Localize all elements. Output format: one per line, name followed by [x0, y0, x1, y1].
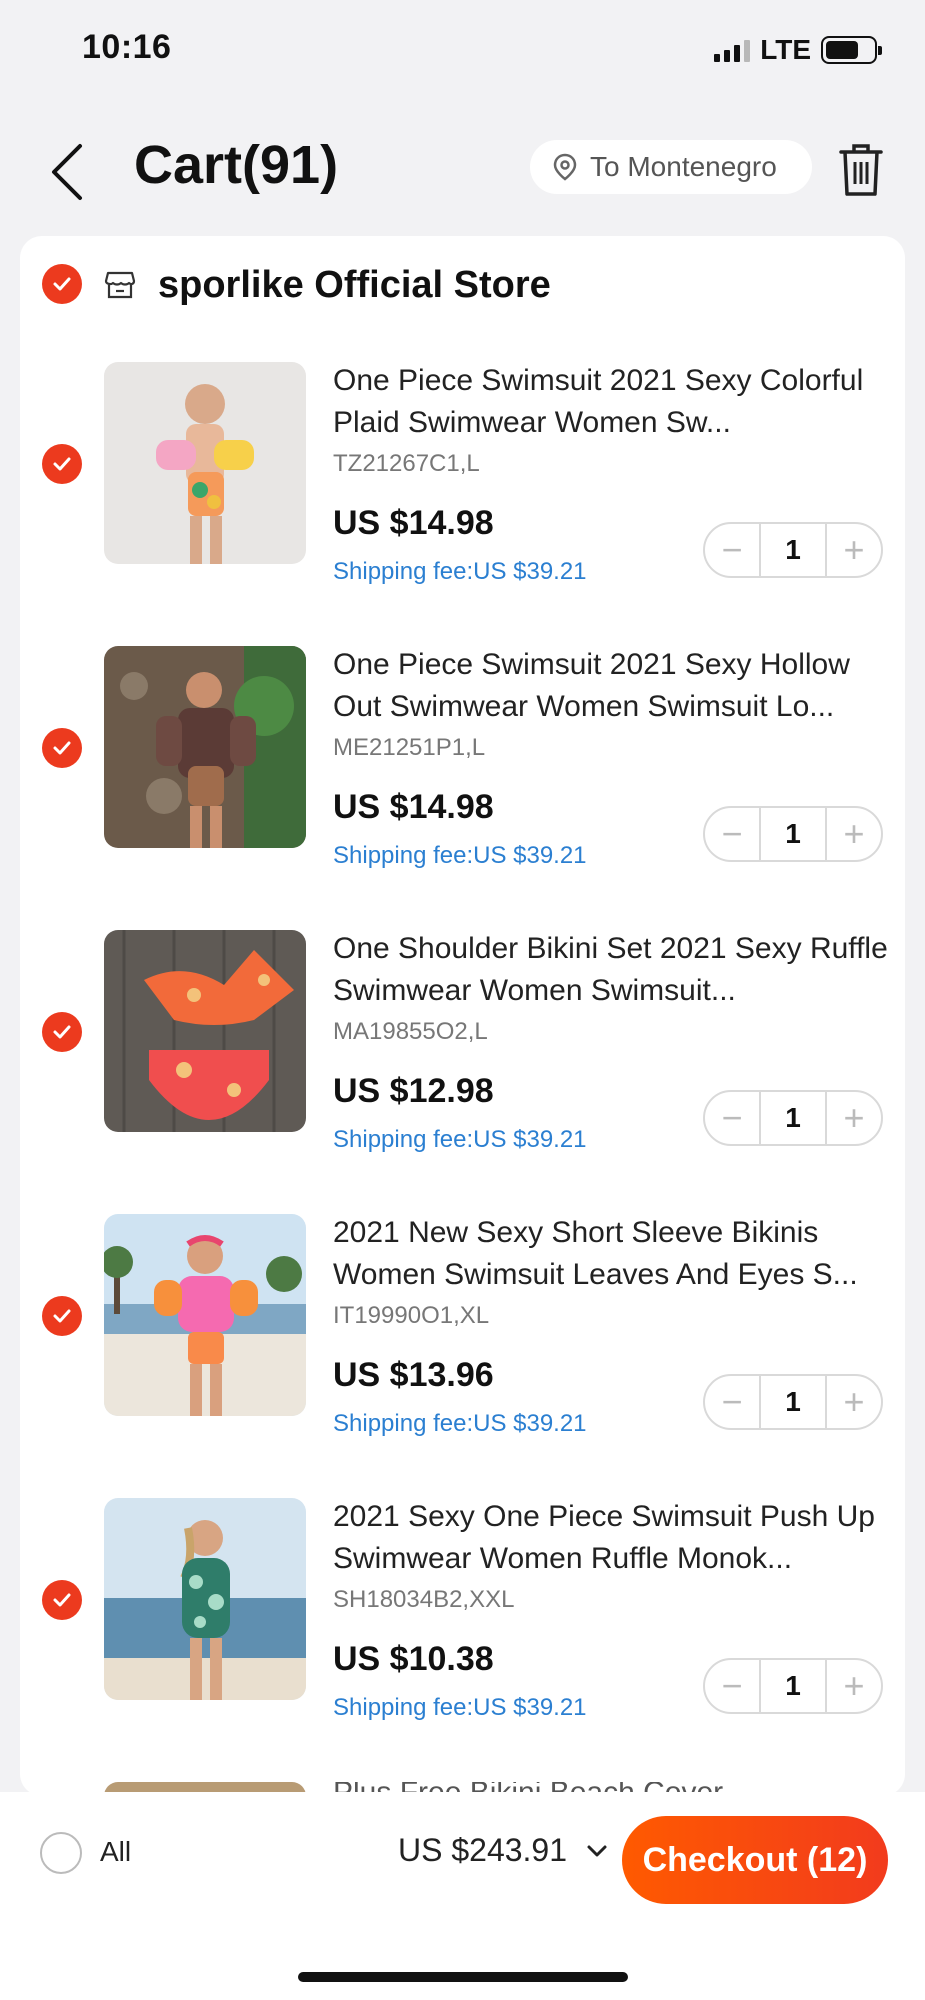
header: Cart(91) To Montenegro [0, 112, 925, 222]
delete-button[interactable] [838, 142, 884, 198]
quantity-value[interactable]: 1 [759, 1660, 827, 1712]
product-image[interactable] [104, 1214, 306, 1416]
decrease-button[interactable]: − [705, 1092, 759, 1144]
quantity-value[interactable]: 1 [759, 808, 827, 860]
cart-item: One Piece Swimsuit 2021 Sexy Hollow Out … [20, 646, 905, 876]
item-price: US $10.38 [333, 1640, 494, 1678]
item-checkbox[interactable] [42, 1012, 82, 1052]
quantity-stepper: − 1 + [703, 1090, 883, 1146]
decrease-button[interactable]: − [705, 524, 759, 576]
checkout-button[interactable]: Checkout (12) [622, 1816, 888, 1904]
checkmark-icon [53, 457, 71, 471]
quantity-stepper: − 1 + [703, 522, 883, 578]
increase-button[interactable]: + [827, 1092, 881, 1144]
checkout-bar: All US $243.91 Checkout (12) [0, 1792, 925, 2000]
product-image[interactable] [104, 1498, 306, 1700]
chevron-left-icon [52, 144, 82, 200]
checkmark-icon [53, 1309, 71, 1323]
item-sku[interactable]: IT19990O1,XL [333, 1302, 489, 1330]
select-all-label[interactable]: All [100, 1836, 131, 1868]
decrease-button[interactable]: − [705, 1376, 759, 1428]
item-checkbox[interactable] [42, 728, 82, 768]
product-image[interactable] [104, 646, 306, 848]
product-image[interactable] [104, 362, 306, 564]
item-title[interactable]: 2021 New Sexy Short Sleeve Bikinis Women… [333, 1212, 893, 1296]
item-checkbox[interactable] [42, 1296, 82, 1336]
item-shipping: Shipping fee:US $39.21 [333, 1694, 587, 1721]
select-all-checkbox[interactable] [40, 1832, 82, 1874]
increase-button[interactable]: + [827, 1376, 881, 1428]
item-title[interactable]: 2021 Sexy One Piece Swimsuit Push Up Swi… [333, 1496, 893, 1580]
checkmark-icon [53, 277, 71, 291]
signal-icon [714, 38, 751, 62]
store-name[interactable]: sporlike Official Store [158, 264, 551, 307]
cart-item: 2021 New Sexy Short Sleeve Bikinis Women… [20, 1214, 905, 1444]
chevron-down-icon[interactable] [584, 1838, 610, 1864]
status-indicators: LTE [714, 34, 882, 66]
decrease-button[interactable]: − [705, 808, 759, 860]
store-checkbox[interactable] [42, 264, 82, 304]
item-sku[interactable]: SH18034B2,XXL [333, 1586, 514, 1614]
trash-icon [839, 144, 883, 196]
quantity-value[interactable]: 1 [759, 1376, 827, 1428]
increase-button[interactable]: + [827, 1660, 881, 1712]
item-checkbox[interactable] [42, 444, 82, 484]
item-shipping: Shipping fee:US $39.21 [333, 1126, 587, 1153]
store-header: sporlike Official Store [20, 258, 905, 318]
item-shipping: Shipping fee:US $39.21 [333, 842, 587, 869]
ship-to-selector[interactable]: To Montenegro [530, 140, 812, 194]
item-shipping: Shipping fee:US $39.21 [333, 1410, 587, 1437]
item-price: US $13.96 [333, 1356, 494, 1394]
item-title[interactable]: One Shoulder Bikini Set 2021 Sexy Ruffle… [333, 928, 893, 1012]
ship-to-label: To Montenegro [590, 151, 777, 182]
cart-item: One Shoulder Bikini Set 2021 Sexy Ruffle… [20, 930, 905, 1160]
decrease-button[interactable]: − [705, 1660, 759, 1712]
item-title[interactable]: One Piece Swimsuit 2021 Sexy Hollow Out … [333, 644, 893, 728]
item-checkbox[interactable] [42, 1580, 82, 1620]
home-indicator[interactable] [298, 1972, 628, 1982]
network-label: LTE [760, 34, 811, 65]
quantity-value[interactable]: 1 [759, 524, 827, 576]
quantity-stepper: − 1 + [703, 1658, 883, 1714]
store-icon [104, 271, 136, 299]
battery-icon [821, 36, 882, 64]
item-title[interactable]: One Piece Swimsuit 2021 Sexy Colorful Pl… [333, 360, 893, 444]
status-bar: 10:16 LTE [0, 0, 925, 100]
product-image[interactable] [104, 930, 306, 1132]
status-time: 10:16 [82, 28, 172, 66]
checkmark-icon [53, 741, 71, 755]
item-sku[interactable]: TZ21267C1,L [333, 450, 480, 478]
item-shipping: Shipping fee:US $39.21 [333, 558, 587, 585]
item-price: US $12.98 [333, 1072, 494, 1110]
cart-item: 2021 Sexy One Piece Swimsuit Push Up Swi… [20, 1498, 905, 1728]
item-price: US $14.98 [333, 788, 494, 826]
quantity-stepper: − 1 + [703, 1374, 883, 1430]
quantity-value[interactable]: 1 [759, 1092, 827, 1144]
cart-total[interactable]: US $243.91 [398, 1832, 567, 1869]
checkmark-icon [53, 1025, 71, 1039]
increase-button[interactable]: + [827, 808, 881, 860]
item-sku[interactable]: ME21251P1,L [333, 734, 485, 762]
increase-button[interactable]: + [827, 524, 881, 576]
checkmark-icon [53, 1593, 71, 1607]
page-title: Cart(91) [134, 135, 339, 195]
quantity-stepper: − 1 + [703, 806, 883, 862]
item-price: US $14.98 [333, 504, 494, 542]
item-sku[interactable]: MA19855O2,L [333, 1018, 488, 1046]
store-card: sporlike Official Store One Piece Swimsu… [20, 236, 905, 1796]
location-pin-icon [553, 153, 577, 181]
back-button[interactable] [46, 142, 90, 202]
cart-item: One Piece Swimsuit 2021 Sexy Colorful Pl… [20, 362, 905, 592]
